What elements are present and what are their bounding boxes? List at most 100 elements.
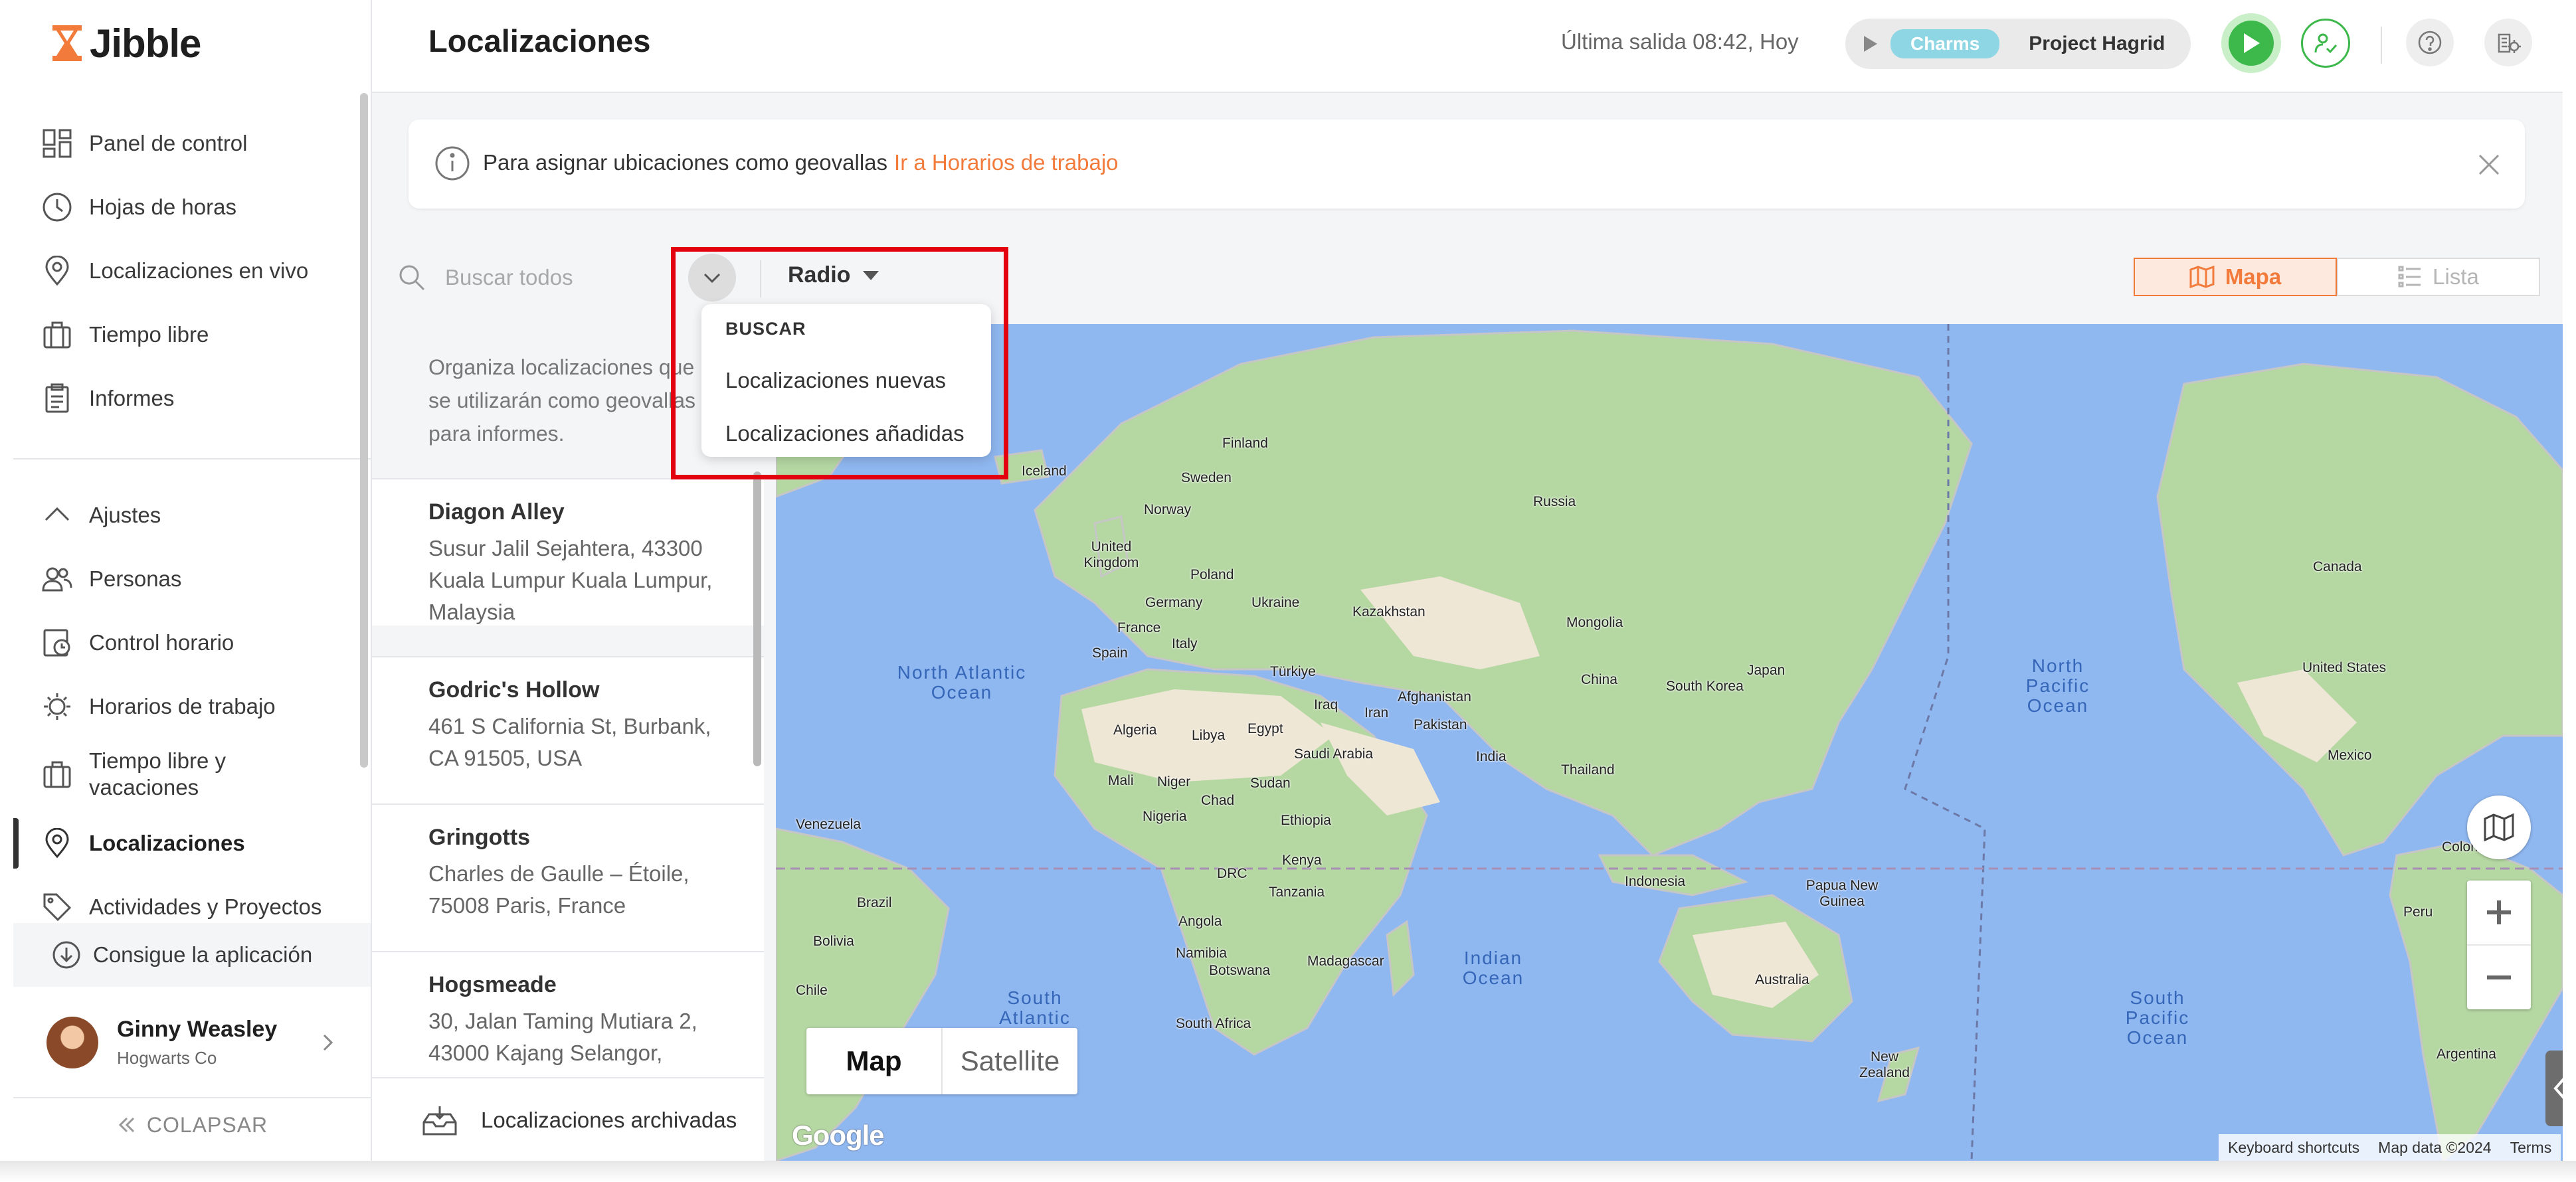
sidebar-item-work-schedules[interactable]: Horarios de trabajo (40, 689, 276, 724)
sidebar-item-dashboard[interactable]: Panel de control (40, 126, 248, 161)
divider (13, 458, 371, 460)
sidebar-item-timesheets[interactable]: Hojas de horas (40, 190, 236, 224)
clock-in-button[interactable] (2221, 13, 2281, 73)
location-item-gringotts[interactable]: Gringotts Charles de Gaulle – Étoile, 75… (372, 803, 764, 951)
country-label: Egypt (1247, 721, 1283, 736)
country-label: Angola (1178, 914, 1222, 929)
map-layers-button[interactable] (2467, 796, 2531, 859)
hourglass-logo-icon (52, 25, 82, 61)
country-label: Iraq (1314, 697, 1338, 713)
settings-header: Ajustes (89, 503, 161, 527)
country-label: Türkiye (1270, 664, 1316, 679)
help-icon (2418, 31, 2442, 54)
sidebar-item-live-locations[interactable]: Localizaciones en vivo (40, 254, 308, 288)
country-label: Mongolia (1566, 615, 1623, 630)
terms-link[interactable]: Terms (2501, 1139, 2561, 1157)
sidebar-item-label: Tiempo libre y vacaciones (89, 748, 227, 800)
country-label: China (1581, 672, 1617, 687)
country-label: Mali (1108, 773, 1134, 788)
country-label: Iran (1364, 705, 1389, 720)
sidebar-item-reports[interactable]: Informes (40, 381, 174, 416)
map-icon (2189, 266, 2215, 288)
map-data-text: Map data ©2024 (2378, 1138, 2492, 1156)
country-label: Germany (1145, 595, 1203, 610)
country-label: Papua New Guinea (1805, 878, 1879, 909)
sidebar-item-label: Hojas de horas (89, 195, 236, 219)
org-settings-button[interactable] (2484, 19, 2532, 66)
country-label: Thailand (1561, 762, 1615, 778)
page-title: Localizaciones (428, 23, 651, 58)
chevron-left-icon (2553, 1078, 2563, 1099)
banner-message: Para asignar ubicaciones como geovallas (483, 150, 888, 175)
user-org: Hogwarts Co (117, 1048, 217, 1068)
tag-icon (40, 890, 74, 924)
country-label: Libya (1192, 728, 1226, 743)
map-type-map-button[interactable]: Map (806, 1028, 943, 1094)
logo[interactable]: Jibble (50, 20, 201, 66)
list-view-label: Lista (2433, 264, 2479, 289)
help-button[interactable] (2406, 19, 2454, 66)
settings-section-toggle[interactable]: Ajustes (40, 498, 161, 533)
close-icon[interactable] (2477, 153, 2501, 177)
ocean-label: North Pacific Ocean (2025, 655, 2090, 716)
country-label: Madagascar (1307, 954, 1384, 969)
location-name: Godric's Hollow (428, 677, 600, 703)
country-label: Nigeria (1143, 809, 1187, 824)
country-label: South Korea (1666, 679, 1744, 694)
location-name: Hogsmeade (428, 972, 557, 997)
minus-icon (2487, 975, 2511, 979)
project-selector[interactable]: Charms Project Hagrid (1845, 19, 2191, 69)
info-icon (434, 145, 471, 182)
country-label: Pakistan (1414, 717, 1467, 732)
clock-in-other-button[interactable] (2301, 19, 2350, 68)
keyboard-shortcuts-link[interactable]: Keyboard shortcuts (2219, 1139, 2369, 1157)
archived-locations-button[interactable]: Localizaciones archivadas (372, 1077, 764, 1161)
activity-tag: Charms (1890, 29, 2000, 58)
map-view-button[interactable]: Mapa (2134, 258, 2337, 296)
highlight-box (671, 247, 1008, 479)
suitcase-icon (40, 317, 74, 352)
sidebar-item-activities[interactable]: Actividades y Proyectos (40, 890, 322, 924)
country-label: United States (2302, 660, 2387, 675)
active-indicator (13, 818, 19, 869)
location-item-godrics-hollow[interactable]: Godric's Hollow 461 S California St, Bur… (372, 656, 764, 803)
sidebar-scrollbar[interactable] (360, 93, 368, 768)
country-label: Argentina (2437, 1047, 2496, 1062)
map-icon (2484, 813, 2514, 841)
location-item-hogsmeade[interactable]: Hogsmeade 30, Jalan Taming Mutiara 2, 43… (372, 951, 764, 1098)
zoom-out-button[interactable] (2467, 946, 2531, 1009)
list-scrollbar[interactable] (753, 471, 761, 766)
collapse-button[interactable]: COLAPSAR (13, 1097, 371, 1151)
search-input[interactable] (444, 260, 659, 295)
work-schedules-link[interactable]: Ir a Horarios de trabajo (894, 150, 1119, 175)
panel-expand-tab[interactable] (2545, 1051, 2563, 1126)
clock-icon (40, 190, 74, 224)
country-label: Mexico (2328, 748, 2372, 763)
window-shadow (0, 1161, 2576, 1182)
sidebar-item-label: Localizaciones (89, 831, 245, 855)
location-address: 30, Jalan Taming Mutiara 2, 43000 Kajang… (428, 1009, 697, 1065)
sidebar-item-vacations[interactable]: Tiempo libre y vacaciones (40, 748, 262, 801)
country-label: Iceland (1022, 464, 1067, 479)
country-label: Chad (1201, 793, 1235, 808)
country-label: Botswana (1209, 963, 1271, 978)
map-type-satellite-button[interactable]: Satellite (943, 1028, 1077, 1094)
get-app-button[interactable]: Consigue la aplicación (13, 923, 371, 987)
play-small-icon (1863, 35, 1879, 52)
sidebar-item-time-tracking[interactable]: Control horario (40, 626, 234, 660)
country-label: Brazil (857, 895, 892, 910)
country-label: New Zealand (1859, 1049, 1910, 1080)
user-check-icon (2314, 33, 2338, 54)
info-banner: Para asignar ubicaciones como geovallas I… (409, 120, 2525, 209)
chevron-right-icon (318, 1033, 337, 1053)
sidebar-item-time-off[interactable]: Tiempo libre (40, 317, 209, 352)
play-icon (2244, 33, 2260, 53)
user-profile[interactable]: Ginny Weasley Hogwarts Co (13, 1003, 371, 1082)
sidebar-item-label: Informes (89, 386, 175, 410)
zoom-in-button[interactable] (2467, 881, 2531, 946)
building-gear-icon (2498, 33, 2521, 53)
sidebar-item-people[interactable]: Personas (40, 562, 181, 596)
location-item-diagon-alley[interactable]: Diagon Alley Susur Jalil Sejahtera, 4330… (372, 478, 764, 626)
list-view-button[interactable]: Lista (2337, 258, 2540, 296)
sidebar-item-locations[interactable]: Localizaciones (40, 826, 245, 861)
